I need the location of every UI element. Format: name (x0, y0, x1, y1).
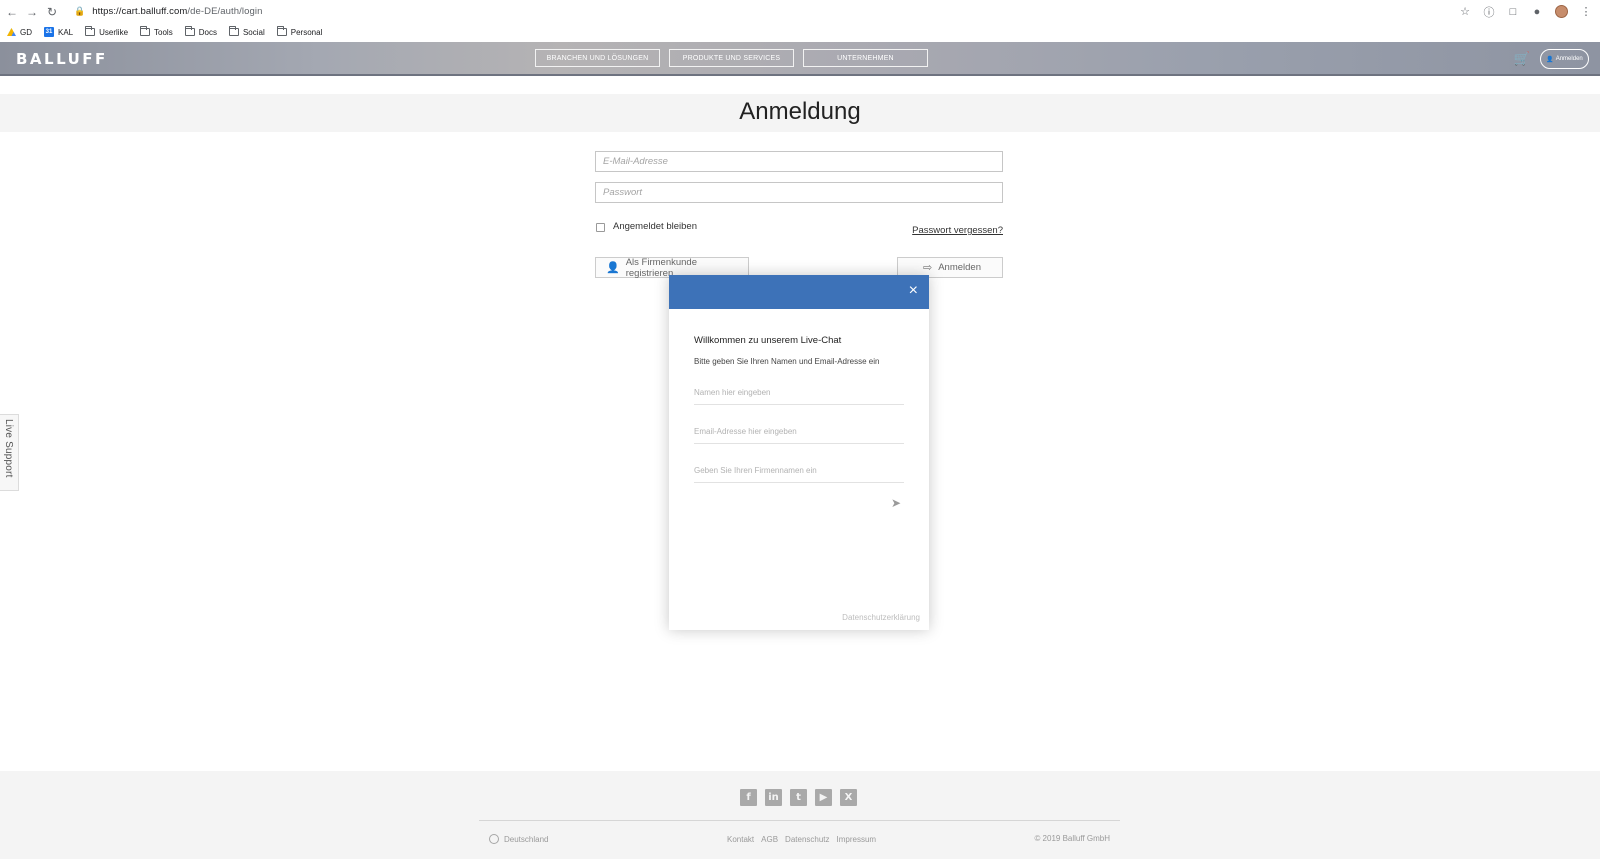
footer: f in t ▶ X Deutschland Kontakt AGB Daten… (0, 771, 1600, 859)
browser-extensions: ☆ ⓘ □ ● ⋮ (1459, 0, 1592, 23)
lock-icon: 🔒 (74, 6, 86, 16)
bookmark-docs[interactable]: Docs (184, 26, 217, 37)
remember-checkbox[interactable] (596, 223, 605, 232)
bookmark-label: Personal (290, 27, 323, 37)
chat-name-input[interactable]: Namen hier eingeben (694, 379, 904, 405)
bookmark-userlike[interactable]: Userlike (85, 26, 129, 37)
password-field[interactable]: Passwort (595, 182, 1003, 203)
address-bar[interactable]: 🔒 https://cart.balluff.com/de-DE/auth/lo… (66, 2, 1246, 21)
folder-icon (184, 26, 195, 36)
footer-link-datenschutz[interactable]: Datenschutz (785, 835, 829, 844)
bookmarks-bar: GD 31 KAL Userlike Tools Docs Social Pers… (0, 23, 1600, 41)
footer-link-kontakt[interactable]: Kontakt (727, 835, 754, 844)
folder-icon (140, 26, 151, 36)
footer-link-impressum[interactable]: Impressum (837, 835, 877, 844)
bookmark-label: KAL (58, 27, 74, 37)
email-field[interactable]: E-Mail-Adresse (595, 151, 1003, 172)
folder-icon (85, 26, 96, 36)
privacy-link[interactable]: Datenschutzerklärung (842, 613, 920, 622)
circle-extension-icon[interactable]: ● (1531, 6, 1543, 18)
bookmark-label: Social (242, 27, 265, 37)
title-band: Anmeldung (0, 94, 1600, 132)
main-navigation: BRANCHEN UND LÖSUNGEN PRODUKTE UND SERVI… (535, 49, 928, 67)
chat-header: × (669, 275, 929, 309)
site-header: BALLUFF BRANCHEN UND LÖSUNGEN PRODUKTE U… (0, 42, 1600, 76)
header-login-button[interactable]: 👤 Anmelden (1540, 49, 1589, 69)
bookmark-personal[interactable]: Personal (276, 26, 323, 37)
facebook-icon[interactable]: f (740, 789, 757, 806)
chat-email-input[interactable]: Email-Adresse hier eingeben (694, 405, 904, 444)
linkedin-icon[interactable]: in (765, 789, 782, 806)
country-selector[interactable]: Deutschland (489, 834, 548, 844)
bookmark-gd[interactable]: GD (7, 28, 32, 37)
chat-extension-icon[interactable]: □ (1507, 6, 1519, 18)
cart-icon[interactable]: 🛒 (1514, 51, 1530, 67)
add-user-icon: 👤 (606, 262, 620, 274)
nav-produkte[interactable]: PRODUKTE UND SERVICES (669, 49, 794, 67)
footer-links: Kontakt AGB Datenschutz Impressum (727, 835, 876, 844)
page-title: Anmeldung (739, 98, 861, 125)
chat-company-input[interactable]: Geben Sie Ihren Firmennamen ein (694, 444, 904, 483)
folder-icon (228, 26, 239, 36)
profile-avatar[interactable] (1555, 5, 1568, 18)
country-label: Deutschland (504, 834, 549, 844)
xing-icon[interactable]: X (840, 789, 857, 806)
nav-branchen[interactable]: BRANCHEN UND LÖSUNGEN (535, 49, 660, 67)
forgot-password-link[interactable]: Passwort vergessen? (912, 225, 1003, 236)
bookmark-label: Userlike (99, 27, 129, 37)
send-icon[interactable]: ➤ (891, 496, 901, 510)
footer-link-agb[interactable]: AGB (761, 835, 778, 844)
forward-icon[interactable]: → (22, 0, 42, 23)
url-path: /de-DE/auth/login (187, 6, 263, 17)
close-icon[interactable]: × (909, 282, 918, 300)
globe-icon (489, 834, 499, 844)
info-icon[interactable]: ⓘ (1483, 6, 1495, 19)
chat-subtitle: Bitte geben Sie Ihren Namen und Email-Ad… (694, 357, 880, 366)
twitter-icon[interactable]: t (790, 789, 807, 806)
reload-icon[interactable]: ↻ (42, 0, 62, 23)
bookmark-label: Docs (198, 27, 217, 37)
url-text: https://cart.balluff.com/de-DE/auth/logi… (92, 6, 262, 17)
bookmark-label: Tools (154, 27, 173, 37)
browser-toolbar: ← → ↻ 🔒 https://cart.balluff.com/de-DE/a… (0, 0, 1600, 23)
copyright: © 2019 Balluff GmbH (1034, 834, 1110, 843)
live-support-label: Live Support (3, 419, 14, 478)
drive-icon (7, 28, 16, 36)
bookmark-tools[interactable]: Tools (140, 26, 173, 37)
balluff-logo[interactable]: BALLUFF (16, 50, 108, 68)
chat-title: Willkommen zu unserem Live-Chat (694, 335, 842, 346)
calendar-icon: 31 (44, 27, 54, 37)
star-icon[interactable]: ☆ (1459, 6, 1471, 18)
signin-label: Anmelden (938, 262, 981, 273)
remember-label[interactable]: Angemeldet bleiben (613, 221, 697, 232)
youtube-icon[interactable]: ▶ (815, 789, 832, 806)
bookmark-social[interactable]: Social (228, 26, 265, 37)
chat-body: Willkommen zu unserem Live-Chat Bitte ge… (669, 335, 929, 483)
login-form: E-Mail-Adresse Passwort Angemeldet bleib… (595, 151, 1003, 279)
remember-row: Angemeldet bleiben Passwort vergessen? (595, 219, 1003, 239)
folder-icon (276, 26, 287, 36)
back-icon[interactable]: ← (2, 0, 22, 23)
live-support-tab[interactable]: Live Support (0, 414, 19, 491)
live-chat-modal: × Willkommen zu unserem Live-Chat Bitte … (669, 275, 929, 630)
bookmark-label: GD (20, 27, 32, 37)
footer-divider (479, 820, 1120, 821)
nav-unternehmen[interactable]: UNTERNEHMEN (803, 49, 928, 67)
url-host: https://cart.balluff.com (92, 6, 188, 17)
login-icon: ⇨ (923, 262, 933, 274)
social-links: f in t ▶ X (740, 789, 857, 806)
header-login-label: Anmelden (1555, 56, 1583, 62)
menu-icon[interactable]: ⋮ (1580, 6, 1592, 18)
bookmark-kal[interactable]: 31 KAL (44, 27, 73, 37)
user-icon: 👤 (1546, 56, 1554, 63)
